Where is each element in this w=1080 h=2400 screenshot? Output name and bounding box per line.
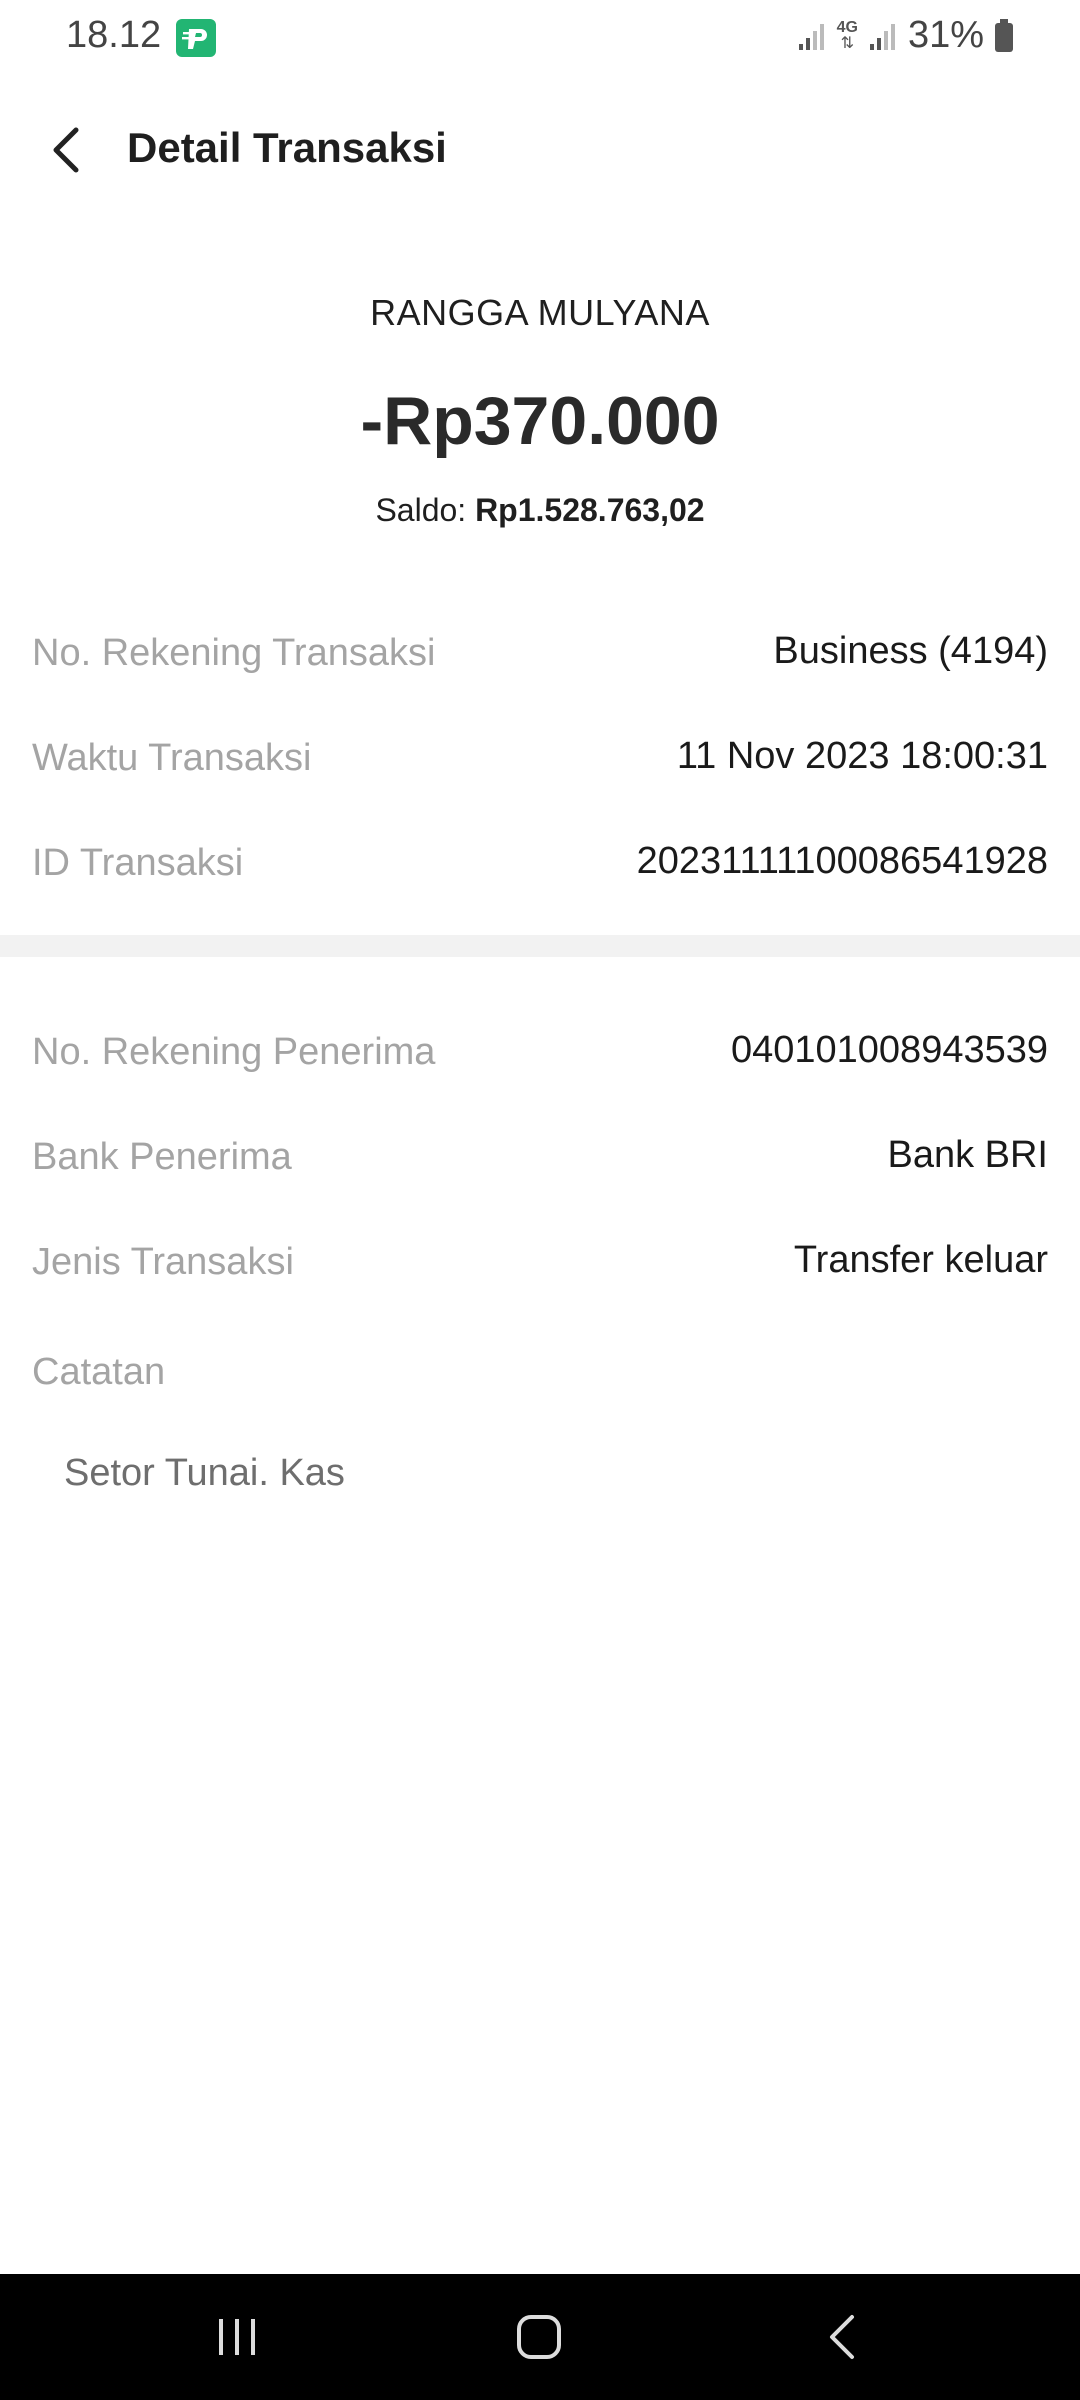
detail-label: No. Rekening Penerima <box>32 1031 436 1073</box>
detail-row-time: Waktu Transaksi 11 Nov 2023 18:00:31 <box>32 729 1048 789</box>
detail-label: Jenis Transaksi <box>32 1241 294 1283</box>
transaction-amount: -Rp370.000 <box>360 383 720 459</box>
detail-value: Bank BRI <box>887 1134 1048 1176</box>
back-nav-button[interactable] <box>802 2297 882 2377</box>
home-button[interactable] <box>499 2297 579 2377</box>
battery-icon <box>995 18 1013 52</box>
back-button[interactable] <box>34 118 98 182</box>
detail-value: 040101008943539 <box>730 1029 1048 1071</box>
back-arrow-icon <box>830 2315 854 2359</box>
status-bar: 18.12 4G ⇅ 31% <box>0 0 1080 76</box>
recipient-name: RANGGA MULYANA <box>370 292 710 333</box>
app-notification-icon <box>176 19 216 57</box>
detail-label: ID Transaksi <box>32 842 244 884</box>
detail-label: Waktu Transaksi <box>32 737 312 779</box>
detail-row-transaction-type: Jenis Transaksi Transfer keluar <box>32 1233 1048 1293</box>
signal-icon-2 <box>869 23 895 50</box>
battery-percentage: 31% <box>907 14 984 56</box>
detail-row-note: Catatan <box>32 1343 1048 1403</box>
detail-row-account: No. Rekening Transaksi Business (4194) <box>32 624 1048 684</box>
network-type-icon: 4G ⇅ <box>836 18 858 52</box>
balance-line: Saldo: Rp1.528.763,02 <box>0 492 1080 529</box>
balance-label: Saldo: <box>375 492 476 528</box>
detail-label: Bank Penerima <box>32 1136 292 1178</box>
detail-value: 11 Nov 2023 18:00:31 <box>676 735 1048 777</box>
system-nav-bar <box>0 2274 1080 2400</box>
note-text: Setor Tunai. Kas <box>64 1452 345 1494</box>
section-divider <box>0 935 1080 957</box>
detail-row-recipient-account: No. Rekening Penerima 040101008943539 <box>32 1023 1048 1083</box>
detail-value: Business (4194) <box>773 630 1048 672</box>
recent-apps-icon <box>219 2319 255 2355</box>
chevron-left-icon <box>53 127 79 173</box>
detail-row-recipient-bank: Bank Penerima Bank BRI <box>32 1128 1048 1188</box>
balance-value: Rp1.528.763,02 <box>475 492 705 528</box>
status-time: 18.12 <box>66 14 162 56</box>
signal-icon <box>798 23 824 50</box>
page-title: Detail Transaksi <box>127 124 447 171</box>
detail-value: Transfer keluar <box>793 1239 1048 1281</box>
recent-apps-button[interactable] <box>197 2297 277 2377</box>
home-icon <box>517 2315 561 2359</box>
note-label: Catatan <box>32 1351 166 1393</box>
app-header: Detail Transaksi <box>0 96 1080 206</box>
status-indicators: 4G ⇅ 31% <box>797 14 1014 57</box>
detail-row-id: ID Transaksi 20231111100086541928 <box>32 834 1048 894</box>
detail-label: No. Rekening Transaksi <box>32 632 436 674</box>
detail-value: 20231111100086541928 <box>636 840 1048 882</box>
